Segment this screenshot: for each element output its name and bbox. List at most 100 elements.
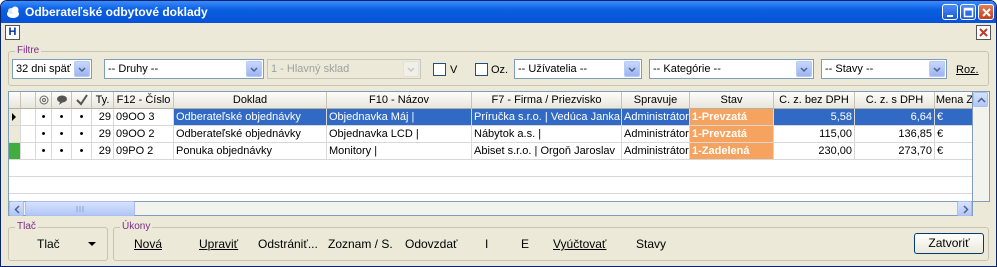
- row-indicator-header: [9, 92, 21, 109]
- col-header-price-gross[interactable]: C. z. s DPH: [855, 92, 935, 109]
- users-value: -- Užívatelia --: [518, 63, 588, 75]
- cell-number: 09OO 3: [114, 109, 174, 126]
- users-select[interactable]: -- Užívatelia --: [514, 59, 642, 79]
- chevron-right-icon: [963, 205, 969, 214]
- check-dot: •: [72, 126, 92, 143]
- scroll-up-button[interactable]: [973, 92, 988, 107]
- chevron-down-icon[interactable]: [929, 61, 945, 77]
- col-header-currency[interactable]: Mena Z: [935, 92, 972, 109]
- period-select[interactable]: 32 dni späť: [12, 59, 92, 79]
- close-button[interactable]: Zatvoriť: [914, 233, 984, 254]
- types-select[interactable]: -- Druhy --: [104, 59, 264, 79]
- delete-button[interactable]: Odstrániť...: [258, 237, 318, 251]
- filters-group-label: Filtre: [15, 45, 42, 56]
- oz-checkbox-label: Oz.: [491, 64, 509, 76]
- row-indicator: [9, 109, 21, 126]
- print-dropdown[interactable]: Tlač: [13, 233, 103, 255]
- close-window-button[interactable]: [978, 4, 994, 20]
- print-group-label: Tlač: [15, 221, 38, 232]
- scroll-left-button[interactable]: [9, 201, 24, 216]
- col-header-manager[interactable]: Spravuje: [622, 92, 690, 109]
- help-button[interactable]: H: [5, 25, 20, 40]
- period-value: 32 dni späť: [16, 63, 71, 75]
- title-bar[interactable]: Odberateľské odbytové doklady: [1, 1, 996, 23]
- comment-dot: •: [52, 143, 72, 160]
- comment-dot: •: [52, 126, 72, 143]
- cell-document: Odberateľské objednávky: [174, 126, 327, 143]
- col-header-name[interactable]: F10 - Názov: [327, 92, 472, 109]
- comment-column-header[interactable]: [52, 92, 72, 109]
- print-label: Tlač: [37, 237, 60, 251]
- attachment-column-header[interactable]: [36, 92, 52, 109]
- warehouse-value: 1 - Hlavný sklad: [271, 63, 350, 75]
- col-header-status[interactable]: Stav: [690, 92, 774, 109]
- states-value: -- Stavy --: [825, 63, 874, 75]
- at-icon: [39, 95, 48, 105]
- cell-price-gross: 136,85: [855, 126, 935, 143]
- col-header-company[interactable]: F7 - Firma / Priezvisko: [472, 92, 622, 109]
- bill-button[interactable]: Vyúčtovať: [553, 237, 606, 251]
- edit-button[interactable]: Upraviť: [199, 237, 238, 251]
- scroll-thumb[interactable]: [25, 201, 135, 216]
- states-button[interactable]: Stavy: [636, 237, 666, 251]
- chevron-down-icon: [403, 61, 419, 77]
- cell-document: Odberateľské objednávky: [174, 109, 327, 126]
- actions-group-label: Úkony: [120, 221, 153, 232]
- chevron-down-icon[interactable]: [246, 61, 262, 77]
- cell-company: Nábytok a.s. |: [472, 126, 622, 143]
- chevron-down-icon[interactable]: [74, 61, 90, 77]
- e-button[interactable]: E: [521, 237, 529, 251]
- documents-grid[interactable]: Ty. F12 - Číslo Doklad F10 - Názov F7 - …: [8, 91, 973, 202]
- cell-name: Objednavka Máj |: [327, 109, 472, 126]
- vertical-scrollbar[interactable]: [973, 91, 990, 202]
- chevron-down-icon[interactable]: [796, 61, 812, 77]
- categories-select[interactable]: -- Kategórie --: [649, 59, 814, 79]
- status-badge: 1-Prevzatá: [690, 126, 774, 143]
- cell-price-gross: 273,70: [855, 143, 935, 160]
- maximize-button[interactable]: [960, 4, 976, 20]
- close-document-button[interactable]: [976, 25, 991, 40]
- close-icon: [979, 28, 988, 37]
- chevron-down-icon[interactable]: [624, 61, 640, 77]
- attachment-dot: •: [36, 143, 52, 160]
- check-column-header[interactable]: [72, 92, 92, 109]
- col-header-price-net[interactable]: C. z. bez DPH: [774, 92, 855, 109]
- current-row-arrow-icon: [12, 113, 16, 121]
- empty-row: [9, 160, 972, 177]
- cell-currency: €: [935, 126, 972, 143]
- cell-company: Príručka s.r.o. | Vedúca Janka: [472, 109, 622, 126]
- empty-row: [9, 177, 972, 194]
- col-header-document[interactable]: Doklad: [174, 92, 327, 109]
- horizontal-scrollbar[interactable]: [8, 201, 973, 216]
- maximize-icon: [963, 7, 974, 18]
- cell-price-net: 230,00: [774, 143, 855, 160]
- close-icon: [982, 8, 991, 17]
- actions-group: Úkony: [113, 221, 989, 261]
- row-marker: [21, 109, 36, 126]
- scroll-right-button[interactable]: [957, 201, 972, 216]
- cell-type: 29: [92, 126, 114, 143]
- status-badge: 1-Prevzatá: [690, 109, 774, 126]
- check-dot: •: [72, 109, 92, 126]
- oz-checkbox[interactable]: [475, 63, 488, 76]
- roz-link[interactable]: Roz.: [956, 64, 979, 76]
- new-button[interactable]: Nová: [134, 237, 162, 251]
- deliver-button[interactable]: Odovzdať: [405, 237, 458, 251]
- chevron-left-icon: [14, 205, 20, 214]
- col-header-type[interactable]: Ty.: [92, 92, 114, 109]
- app-icon: [7, 6, 19, 18]
- states-select[interactable]: -- Stavy --: [821, 59, 947, 79]
- cell-type: 29: [92, 143, 114, 160]
- col-header-number[interactable]: F12 - Číslo: [114, 92, 174, 109]
- cell-manager: Administrátor: [622, 109, 690, 126]
- cell-currency: €: [935, 143, 972, 160]
- cell-currency: €: [935, 109, 972, 126]
- cell-number: 09OO 2: [114, 126, 174, 143]
- v-checkbox[interactable]: [433, 63, 446, 76]
- minimize-button[interactable]: [942, 4, 958, 20]
- i-button[interactable]: I: [485, 237, 488, 251]
- attachment-dot: •: [36, 126, 52, 143]
- attachment-dot: •: [36, 109, 52, 126]
- list-button[interactable]: Zoznam / S.: [328, 237, 393, 251]
- cell-company: Abiset s.r.o. | Orgoň Jaroslav: [472, 143, 622, 160]
